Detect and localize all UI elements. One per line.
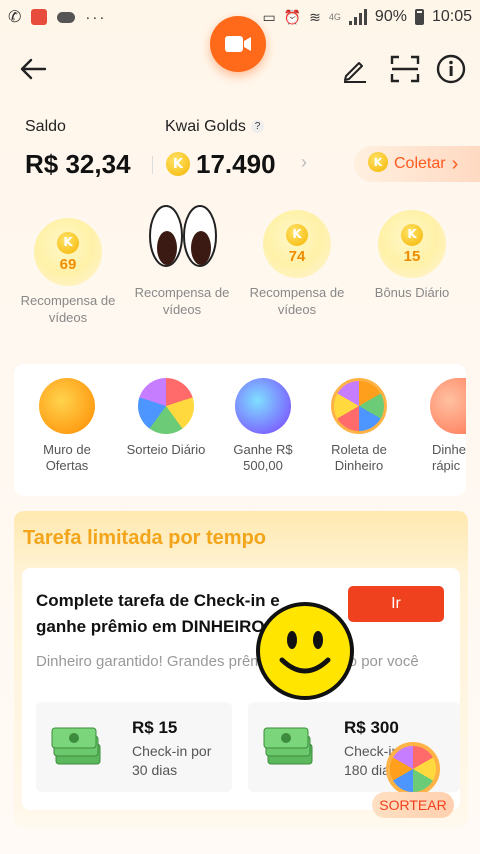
shortcut-label: Ganhe R$ xyxy=(233,442,293,457)
shortcut-label: Sorteio Diário xyxy=(126,442,206,457)
whatsapp-icon: ✆ xyxy=(8,9,22,26)
network-type: 4G xyxy=(328,12,341,22)
help-icon[interactable]: ? xyxy=(251,120,264,133)
shortcut-label: Dinheiro xyxy=(334,458,384,473)
battery-icon xyxy=(414,9,424,25)
reward-coin-bubble: K 74 xyxy=(263,210,331,278)
money-stack-icon xyxy=(263,727,313,765)
shortcut-sorteio-diario[interactable]: Sorteio Diário xyxy=(118,378,214,458)
battery-level: 90% xyxy=(374,8,407,25)
pencil-icon xyxy=(344,62,366,83)
reward-amount: 15 xyxy=(403,247,421,265)
reward-coin-bubble: K 69 xyxy=(34,218,102,286)
go-button[interactable]: Ir xyxy=(348,586,444,622)
kwai-coin-icon: K xyxy=(166,152,190,176)
reward-label: Recompensa de vídeos xyxy=(134,285,230,317)
coletar-button[interactable]: K Coletar › xyxy=(354,146,480,182)
reward-label: Bônus Diário xyxy=(374,285,450,300)
shortcuts-row: Muro de Ofertas Sorteio Diário Ganhe R$ … xyxy=(14,364,466,496)
prize-amount: R$ 15 xyxy=(132,718,178,737)
shortcut-label: 500,00 xyxy=(243,458,283,473)
cast-icon: ▭ xyxy=(262,8,276,25)
edit-button[interactable] xyxy=(340,54,370,84)
prize-card[interactable]: R$ 15 Check-in por 30 dias xyxy=(36,702,232,792)
more-notifications-icon: ··· xyxy=(85,8,107,26)
back-button[interactable] xyxy=(18,54,48,84)
alarm-icon: ⏰ xyxy=(283,8,302,25)
prize-wheel-icon[interactable] xyxy=(386,742,440,796)
shortcut-ganhe-500[interactable]: Ganhe R$ 500,00 xyxy=(220,378,306,474)
info-button[interactable] xyxy=(436,54,466,84)
reward-amount: 69 xyxy=(59,255,77,273)
prize-amount: R$ 300 xyxy=(344,718,399,737)
roulette-icon xyxy=(331,378,387,434)
divider xyxy=(152,156,153,174)
reward-bubble[interactable]: K 69 Recompensa de vídeos xyxy=(14,218,122,326)
kwai-golds-label: Kwai Golds xyxy=(165,118,246,135)
shortcut-label: Dinhe xyxy=(432,442,466,457)
prize-description: Check-in por 30 dias xyxy=(132,742,211,780)
clock: 10:05 xyxy=(431,8,472,25)
coin-pile-icon xyxy=(39,378,95,434)
shortcut-label: Ofertas xyxy=(45,458,89,473)
reward-coin-bubble: K 15 xyxy=(378,210,446,278)
coletar-label: Coletar xyxy=(394,155,446,172)
wifi-icon: ≋ xyxy=(309,8,321,25)
shortcut-roleta-de-dinheiro[interactable]: Roleta de Dinheiro xyxy=(316,378,402,474)
reward-bubble[interactable]: K 74 Recompensa de vídeos xyxy=(242,210,352,318)
cash-envelope-icon xyxy=(430,378,466,434)
shortcut-label: rápic xyxy=(432,458,461,473)
scan-frame-icon xyxy=(390,55,420,83)
reward-label: Recompensa de vídeos xyxy=(249,285,345,317)
kwai-coin-icon: K xyxy=(286,223,308,246)
arrow-left-icon xyxy=(20,58,47,80)
reward-amount: 74 xyxy=(288,247,306,265)
kwai-coin-icon: K xyxy=(401,223,423,246)
top-bar xyxy=(0,52,480,88)
chevron-right-icon: › xyxy=(451,152,459,175)
reward-bubble[interactable]: K 15 Bônus Diário xyxy=(360,210,464,301)
cloud-icon xyxy=(57,11,76,23)
saldo-value: R$ 32,34 xyxy=(25,149,131,179)
signal-icon xyxy=(348,9,367,25)
info-icon xyxy=(436,54,466,84)
task-title: Tarefa limitada por tempo xyxy=(23,527,267,549)
chevron-right-icon: › xyxy=(301,152,307,172)
kwai-coin-icon: K xyxy=(57,231,79,254)
money-stack-icon xyxy=(51,727,101,765)
shortcut-label: Roleta de xyxy=(331,442,387,457)
task-subtitle: Dinheiro garantido! Grandes prêmios espe… xyxy=(36,653,419,670)
kwai-golds-value[interactable]: 17.490 xyxy=(196,149,276,180)
smiley-sticker xyxy=(256,602,354,700)
sortear-button[interactable]: SORTEAR xyxy=(372,792,454,818)
scan-button[interactable] xyxy=(390,54,420,84)
gift-bubble-icon xyxy=(235,378,291,434)
shortcut-label: Muro de xyxy=(43,442,91,457)
app-notification-icon xyxy=(31,9,48,25)
eyes-sticker xyxy=(148,202,218,274)
reward-bubble[interactable]: Recompensa de vídeos xyxy=(128,284,236,318)
shortcut-dinheiro-rapido[interactable]: Dinhe rápic xyxy=(418,378,466,474)
reward-label: Recompensa de vídeos xyxy=(20,293,116,325)
shortcut-muro-de-ofertas[interactable]: Muro de Ofertas xyxy=(24,378,110,474)
saldo-label: Saldo xyxy=(25,118,66,135)
prize-wheel-icon xyxy=(138,378,194,434)
prize-description-line: Check-in por xyxy=(132,743,212,759)
hand-coin-icon: K xyxy=(368,152,388,172)
prize-description-line: 30 dias xyxy=(132,762,178,778)
